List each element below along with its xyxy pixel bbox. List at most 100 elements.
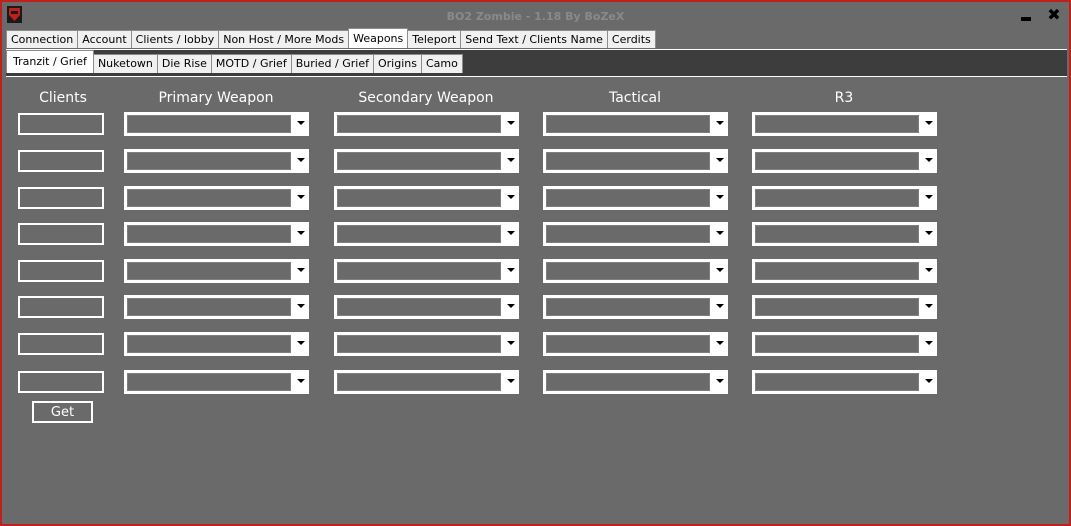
r3-select[interactable] [752, 295, 937, 319]
secondary-weapon-select[interactable] [334, 222, 519, 246]
select-value [546, 262, 710, 280]
tactical-select[interactable] [543, 149, 728, 173]
secondary-weapon-select[interactable] [334, 295, 519, 319]
select-value [127, 262, 291, 280]
dropdown-arrow-icon [507, 379, 515, 383]
select-value [337, 115, 501, 133]
dropdown-arrow-icon [507, 341, 515, 345]
r3-select[interactable] [752, 332, 937, 356]
primary-weapon-select[interactable] [124, 295, 309, 319]
r3-column-header: R3 [834, 90, 854, 106]
primary-weapon-select[interactable] [124, 112, 309, 136]
select-value [127, 373, 291, 391]
select-value [755, 225, 919, 243]
select-value [755, 335, 919, 353]
get-button[interactable]: Get [32, 401, 93, 423]
tab-weapons[interactable]: Weapons [348, 28, 409, 48]
secondary-weapon-select[interactable] [334, 186, 519, 210]
tactical-select[interactable] [543, 295, 728, 319]
dropdown-arrow-icon [925, 121, 933, 125]
dropdown-arrow-icon [925, 379, 933, 383]
select-value [546, 115, 710, 133]
select-value [337, 373, 501, 391]
main-tab-bar: Connection Account Clients / lobby Non Host… [6, 28, 656, 49]
secondary-weapon-select[interactable] [334, 370, 519, 394]
dropdown-arrow-icon [297, 231, 305, 235]
clients-column-header: Clients [39, 90, 87, 106]
dropdown-arrow-icon [716, 231, 724, 235]
subtab-origins[interactable]: Origins [372, 54, 422, 73]
dropdown-arrow-icon [507, 304, 515, 308]
select-value [337, 262, 501, 280]
tactical-select[interactable] [543, 186, 728, 210]
tab-clients-lobby[interactable]: Clients / lobby [130, 30, 220, 48]
client-field[interactable] [18, 260, 104, 282]
client-field[interactable] [18, 223, 104, 245]
dropdown-arrow-icon [716, 268, 724, 272]
select-value [755, 152, 919, 170]
select-value [755, 298, 919, 316]
select-value [546, 335, 710, 353]
dropdown-arrow-icon [507, 195, 515, 199]
select-value [755, 373, 919, 391]
primary-weapon-select[interactable] [124, 149, 309, 173]
select-value [546, 189, 710, 207]
r3-select[interactable] [752, 370, 937, 394]
client-field[interactable] [18, 296, 104, 318]
r3-select[interactable] [752, 222, 937, 246]
dropdown-arrow-icon [507, 158, 515, 162]
tab-connection[interactable]: Connection [6, 30, 79, 48]
r3-select[interactable] [752, 112, 937, 136]
tactical-select[interactable] [543, 332, 728, 356]
primary-weapon-select[interactable] [124, 222, 309, 246]
minimize-icon [1021, 17, 1031, 21]
dropdown-arrow-icon [507, 231, 515, 235]
primary-weapon-select[interactable] [124, 259, 309, 283]
select-value [337, 225, 501, 243]
r3-select[interactable] [752, 186, 937, 210]
subtab-die-rise[interactable]: Die Rise [156, 54, 212, 73]
tactical-select[interactable] [543, 222, 728, 246]
select-value [755, 189, 919, 207]
tab-non-host-more-mods[interactable]: Non Host / More Mods [218, 30, 350, 48]
tactical-select[interactable] [543, 112, 728, 136]
subtab-camo[interactable]: Camo [420, 54, 463, 73]
subtab-buried-grief[interactable]: Buried / Grief [290, 54, 374, 73]
dropdown-arrow-icon [925, 304, 933, 308]
dropdown-arrow-icon [297, 268, 305, 272]
tab-cerdits[interactable]: Cerdits [606, 30, 656, 48]
secondary-weapon-select[interactable] [334, 112, 519, 136]
subtab-motd-grief[interactable]: MOTD / Grief [210, 54, 292, 73]
dropdown-arrow-icon [297, 304, 305, 308]
r3-select[interactable] [752, 259, 937, 283]
tab-send-text-clients-name[interactable]: Send Text / Clients Name [460, 30, 608, 48]
secondary-weapon-select[interactable] [334, 149, 519, 173]
dropdown-arrow-icon [297, 121, 305, 125]
tab-account[interactable]: Account [77, 30, 132, 48]
tactical-select[interactable] [543, 370, 728, 394]
client-field[interactable] [18, 333, 104, 355]
primary-weapon-select[interactable] [124, 332, 309, 356]
tactical-column-header: Tactical [608, 90, 662, 106]
subtab-tranzit-grief[interactable]: Tranzit / Grief [6, 50, 94, 73]
client-field[interactable] [18, 187, 104, 209]
client-field[interactable] [18, 371, 104, 393]
primary-weapon-select[interactable] [124, 370, 309, 394]
select-value [546, 373, 710, 391]
minimize-button[interactable] [1021, 11, 1033, 21]
tactical-select[interactable] [543, 259, 728, 283]
primary-weapon-column-header: Primary Weapon [158, 90, 274, 106]
select-value [337, 189, 501, 207]
tab-teleport[interactable]: Teleport [407, 30, 462, 48]
subtab-nuketown[interactable]: Nuketown [92, 54, 158, 73]
select-value [337, 298, 501, 316]
close-button[interactable]: ✖ [1047, 7, 1061, 23]
secondary-weapon-select[interactable] [334, 259, 519, 283]
primary-weapon-select[interactable] [124, 186, 309, 210]
client-field[interactable] [18, 150, 104, 172]
secondary-weapon-select[interactable] [334, 332, 519, 356]
r3-select[interactable] [752, 149, 937, 173]
select-value [337, 152, 501, 170]
dropdown-arrow-icon [716, 379, 724, 383]
client-field[interactable] [18, 113, 104, 135]
